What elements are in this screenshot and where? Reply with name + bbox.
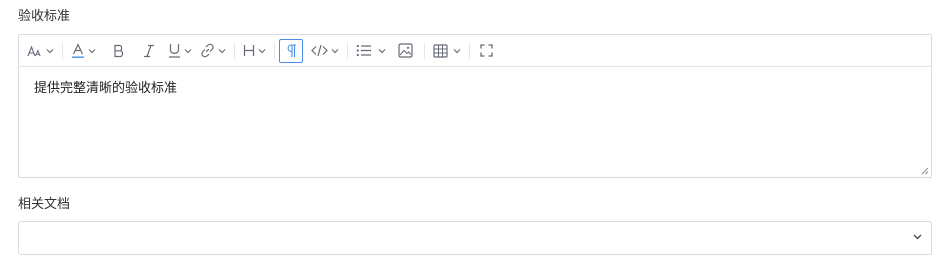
toolbar-divider [469, 42, 470, 59]
italic-button[interactable] [138, 39, 160, 63]
heading-icon [243, 45, 255, 56]
fullscreen-button[interactable] [478, 39, 494, 63]
table-icon [433, 43, 448, 58]
list-icon [356, 44, 371, 57]
underline-button[interactable] [168, 39, 192, 63]
underline-icon [169, 44, 180, 58]
toolbar-divider [424, 42, 425, 59]
image-icon [397, 43, 413, 58]
chevron-down-icon [88, 48, 96, 53]
chevron-down-icon [184, 48, 192, 53]
related-docs-select[interactable] [18, 221, 932, 255]
chevron-down-icon [46, 48, 54, 53]
code-button[interactable] [311, 39, 339, 63]
link-icon [201, 43, 214, 58]
acceptance-criteria-label: 验收标准 [18, 9, 71, 24]
italic-icon [144, 44, 154, 57]
resize-grip-icon[interactable] [921, 167, 929, 175]
chevron-down-icon [258, 48, 266, 53]
editor-paragraph: 提供完整清晰的验收标准 [34, 81, 178, 96]
font-color-button[interactable] [71, 39, 96, 63]
bold-button[interactable] [108, 39, 130, 63]
acceptance-criteria-editor: 提供完整清晰的验收标准 [18, 34, 932, 178]
code-icon [311, 44, 328, 57]
editor-toolbar [19, 35, 931, 67]
font-color-icon [72, 42, 84, 58]
chevron-down-icon [453, 48, 461, 53]
toolbar-divider [62, 42, 63, 59]
toolbar-divider [234, 42, 235, 59]
form-section: 验收标准 提供完整清晰的验收标准 相关文档 [0, 0, 951, 270]
table-button[interactable] [433, 39, 461, 63]
font-size-icon [27, 44, 41, 56]
paragraph-icon [287, 43, 296, 57]
link-button[interactable] [200, 39, 226, 63]
heading-button[interactable] [243, 39, 266, 63]
image-button[interactable] [394, 39, 416, 63]
chevron-down-icon [913, 234, 922, 240]
chevron-down-icon [218, 48, 226, 53]
bold-icon [114, 44, 124, 57]
list-button[interactable] [356, 39, 386, 63]
editor-content[interactable]: 提供完整清晰的验收标准 [19, 67, 931, 98]
toolbar-divider [274, 42, 275, 59]
paragraph-button[interactable] [279, 38, 303, 63]
toolbar-divider [347, 42, 348, 59]
chevron-down-icon [378, 48, 386, 53]
related-docs-label: 相关文档 [18, 197, 71, 212]
fullscreen-icon [479, 44, 493, 57]
font-size-button[interactable] [27, 39, 54, 63]
chevron-down-icon [331, 48, 339, 53]
